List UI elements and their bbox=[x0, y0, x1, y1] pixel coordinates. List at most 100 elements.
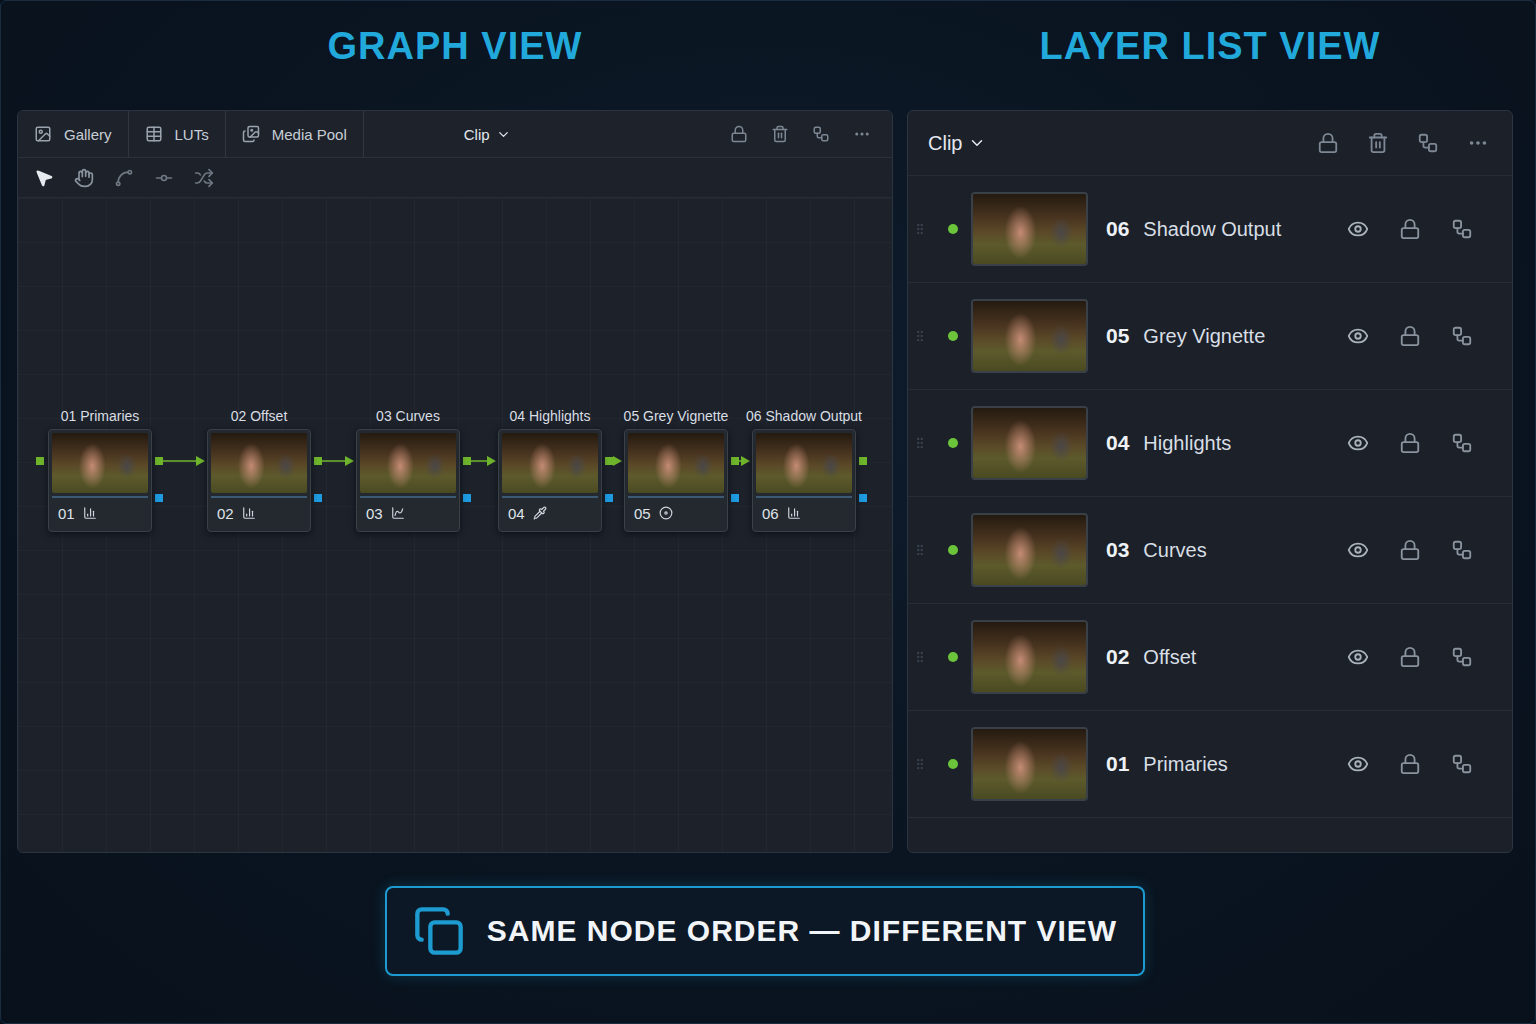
connect-icon[interactable] bbox=[114, 168, 134, 188]
node-number: 03 bbox=[366, 505, 383, 522]
more-button[interactable] bbox=[846, 118, 878, 150]
header-actions bbox=[1310, 127, 1496, 159]
link-icon[interactable] bbox=[154, 168, 174, 188]
share-button[interactable] bbox=[1436, 213, 1488, 245]
graph-node[interactable]: 05 Grey Vignette05 bbox=[624, 429, 728, 532]
lock-button[interactable] bbox=[1384, 213, 1436, 245]
share-button[interactable] bbox=[1436, 320, 1488, 352]
node-number: 02 bbox=[217, 505, 234, 522]
drag-handle[interactable] bbox=[912, 757, 928, 771]
graph-node[interactable]: 04 Highlights04 bbox=[498, 429, 602, 532]
layer-number: 04 bbox=[1106, 431, 1129, 455]
lock-button[interactable] bbox=[1384, 320, 1436, 352]
visibility-button[interactable] bbox=[1332, 748, 1384, 780]
lock-button[interactable] bbox=[1384, 534, 1436, 566]
luts-icon bbox=[145, 125, 163, 143]
layer-row[interactable]: 03Curves bbox=[908, 497, 1512, 604]
layer-number: 01 bbox=[1106, 752, 1129, 776]
grip-icon bbox=[913, 329, 927, 343]
graph-node[interactable]: 01 Primaries01 bbox=[48, 429, 152, 532]
node-number: 05 bbox=[634, 505, 651, 522]
node-share-icon bbox=[1451, 432, 1473, 454]
share-button[interactable] bbox=[805, 118, 837, 150]
layer-row[interactable]: 01Primaries bbox=[908, 711, 1512, 818]
graph-toolbar: Gallery LUTs Media Pool Clip bbox=[18, 111, 892, 158]
layer-actions bbox=[1332, 641, 1488, 673]
bar-chart-icon bbox=[242, 506, 256, 520]
visibility-button[interactable] bbox=[1332, 320, 1384, 352]
node-thumbnail bbox=[211, 433, 307, 493]
graph-node[interactable]: 06 Shadow Output06 bbox=[752, 429, 856, 532]
visibility-button[interactable] bbox=[1332, 641, 1384, 673]
toolbar-tab[interactable]: LUTs bbox=[129, 111, 226, 157]
share-button[interactable] bbox=[1410, 127, 1446, 159]
node-number: 01 bbox=[58, 505, 75, 522]
lock-button[interactable] bbox=[1384, 427, 1436, 459]
graph-view-panel: GalleryLUTsMedia PoolClip01 Primaries010… bbox=[17, 110, 893, 853]
node-thumbnail bbox=[52, 433, 148, 493]
layer-row[interactable]: 05Grey Vignette bbox=[908, 283, 1512, 390]
layer-row[interactable]: 04Highlights bbox=[908, 390, 1512, 497]
layer-actions bbox=[1332, 320, 1488, 352]
layer-row[interactable]: 02Offset bbox=[908, 604, 1512, 711]
graph-node[interactable]: 03 Curves03 bbox=[356, 429, 460, 532]
footer: SAME NODE ORDER — DIFFERENT VIEW bbox=[17, 853, 1513, 976]
grip-icon bbox=[913, 650, 927, 664]
share-button[interactable] bbox=[1436, 641, 1488, 673]
curve-icon bbox=[391, 506, 405, 520]
layer-actions bbox=[1332, 748, 1488, 780]
share-button[interactable] bbox=[1436, 534, 1488, 566]
node-footer: 02 bbox=[211, 498, 307, 528]
status-dot bbox=[948, 759, 958, 769]
layer-actions bbox=[1332, 427, 1488, 459]
dropdown-label: Clip bbox=[464, 126, 490, 143]
footer-banner: SAME NODE ORDER — DIFFERENT VIEW bbox=[385, 886, 1145, 976]
visibility-button[interactable] bbox=[1332, 427, 1384, 459]
graph-node[interactable]: 02 Offset02 bbox=[207, 429, 311, 532]
share-button[interactable] bbox=[1436, 748, 1488, 780]
clip-dropdown[interactable]: Clip bbox=[928, 128, 986, 159]
drag-handle[interactable] bbox=[912, 436, 928, 450]
node-divider bbox=[756, 496, 852, 498]
layer-number: 06 bbox=[1106, 217, 1129, 241]
drag-handle[interactable] bbox=[912, 650, 928, 664]
eye-icon bbox=[1347, 539, 1369, 561]
gallery-icon bbox=[34, 125, 52, 143]
layer-thumbnail bbox=[973, 194, 1086, 264]
toolbar-tab[interactable]: Gallery bbox=[18, 111, 129, 157]
toolbar-tab[interactable]: Media Pool bbox=[226, 111, 364, 157]
lock-button[interactable] bbox=[1384, 748, 1436, 780]
pointer-icon[interactable] bbox=[34, 168, 54, 188]
layer-name: Grey Vignette bbox=[1143, 325, 1332, 348]
drag-handle[interactable] bbox=[912, 329, 928, 343]
visibility-button[interactable] bbox=[1332, 534, 1384, 566]
node-number: 04 bbox=[508, 505, 525, 522]
lock-icon bbox=[1399, 753, 1421, 775]
layer-row[interactable]: 06 Shadow Output bbox=[908, 176, 1512, 283]
delete-button[interactable] bbox=[1360, 127, 1396, 159]
node-share-icon bbox=[1451, 325, 1473, 347]
layer-list-view-title: LAYER LIST VIEW bbox=[907, 1, 1513, 110]
lock-button[interactable] bbox=[1310, 127, 1346, 159]
visibility-button[interactable] bbox=[1332, 213, 1384, 245]
hand-icon[interactable] bbox=[74, 168, 94, 188]
layer-actions bbox=[1332, 213, 1488, 245]
layer-number: 03 bbox=[1106, 538, 1129, 562]
clip-dropdown[interactable]: Clip bbox=[464, 122, 511, 147]
chevron-down-icon bbox=[968, 134, 986, 152]
views: GRAPH VIEWLAYER LIST VIEWGalleryLUTsMedi… bbox=[17, 1, 1513, 853]
drag-handle[interactable] bbox=[912, 543, 928, 557]
drag-handle[interactable] bbox=[912, 222, 928, 236]
eye-icon bbox=[1347, 646, 1369, 668]
swap-icon[interactable] bbox=[194, 168, 214, 188]
lock-button[interactable] bbox=[1384, 641, 1436, 673]
layer-name: Shadow Output bbox=[1143, 218, 1332, 241]
share-button[interactable] bbox=[1436, 427, 1488, 459]
tab-label: LUTs bbox=[175, 126, 209, 143]
node-canvas[interactable]: 01 Primaries01 02 Offset02 03 Curves03 04 H… bbox=[18, 198, 892, 852]
delete-button[interactable] bbox=[764, 118, 796, 150]
pipette-icon bbox=[533, 506, 547, 520]
more-button[interactable] bbox=[1460, 127, 1496, 159]
eye-icon bbox=[1347, 218, 1369, 240]
lock-button[interactable] bbox=[723, 118, 755, 150]
